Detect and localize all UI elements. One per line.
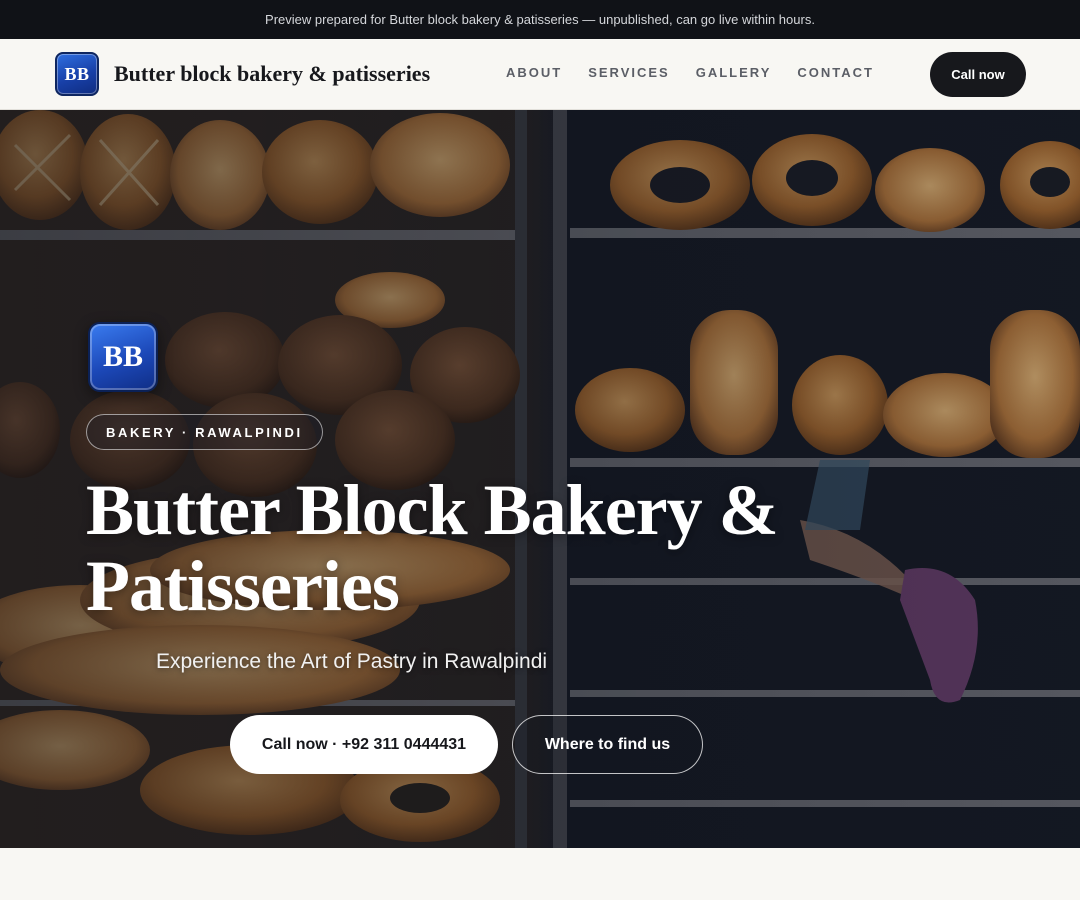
hero-section: BB BAKERY · RAWALPINDI Butter Block Bake… bbox=[0, 110, 1080, 848]
hero-title: Butter Block Bakery & Patisseries bbox=[86, 470, 779, 626]
where-to-find-us-button[interactable]: Where to find us bbox=[512, 715, 703, 774]
brand-logo[interactable]: BB bbox=[55, 52, 99, 96]
preview-banner-text: Preview prepared for Butter block bakery… bbox=[265, 12, 815, 27]
hero-category-tag: BAKERY · RAWALPINDI bbox=[86, 414, 323, 450]
nav-link-contact[interactable]: CONTACT bbox=[797, 65, 874, 80]
hero-logo: BB bbox=[88, 322, 158, 392]
next-section bbox=[0, 848, 1080, 900]
preview-banner: Preview prepared for Butter block bakery… bbox=[0, 0, 1080, 39]
brand-name[interactable]: Butter block bakery & patisseries bbox=[114, 61, 430, 87]
site-header: BB Butter block bakery & patisseries ABO… bbox=[0, 39, 1080, 110]
call-now-phone-button[interactable]: Call now · +92 311 0444431 bbox=[230, 715, 498, 774]
nav-link-services[interactable]: SERVICES bbox=[588, 65, 670, 80]
hero-subtitle: Experience the Art of Pastry in Rawalpin… bbox=[156, 650, 548, 673]
header-call-now-button[interactable]: Call now bbox=[930, 52, 1026, 97]
nav-link-gallery[interactable]: GALLERY bbox=[696, 65, 772, 80]
nav-link-about[interactable]: ABOUT bbox=[506, 65, 562, 80]
main-nav: ABOUT SERVICES GALLERY CONTACT bbox=[506, 65, 874, 80]
